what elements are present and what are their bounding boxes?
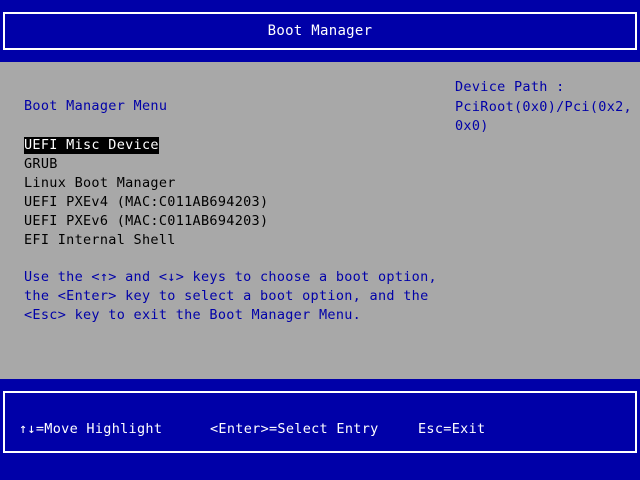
boot-option-label: GRUB xyxy=(24,156,58,172)
page-title: Boot Manager xyxy=(267,23,373,39)
boot-option-label: Linux Boot Manager xyxy=(24,175,176,191)
move-highlight-hint: ↑↓=Move Highlight xyxy=(19,421,163,437)
exit-hint: Esc=Exit xyxy=(418,421,486,437)
main-panel: Boot Manager Menu Device Path : PciRoot(… xyxy=(0,62,640,379)
boot-option-list: UEFI Misc Device GRUB Linux Boot Manager… xyxy=(24,136,268,250)
bios-screen: Boot Manager Boot Manager Menu Device Pa… xyxy=(0,0,640,480)
footer-bar: ↑↓=Move Highlight <Enter>=Select Entry E… xyxy=(3,391,637,453)
help-line: the <Enter> key to select a boot option,… xyxy=(24,288,429,304)
help-line: <Esc> key to exit the Boot Manager Menu. xyxy=(24,307,362,323)
help-line: Use the <↑> and <↓> keys to choose a boo… xyxy=(24,269,437,285)
boot-option-grub[interactable]: GRUB xyxy=(24,155,268,174)
device-path-value: PciRoot(0x0)/Pci(0x2,0x0) xyxy=(455,99,632,134)
help-text: Use the <↑> and <↓> keys to choose a boo… xyxy=(24,268,437,325)
select-entry-hint: <Enter>=Select Entry xyxy=(210,421,379,437)
boot-option-label: UEFI PXEv6 (MAC:C011AB694203) xyxy=(24,213,269,229)
boot-option-efi-internal-shell[interactable]: EFI Internal Shell xyxy=(24,231,268,250)
boot-option-linux-boot-manager[interactable]: Linux Boot Manager xyxy=(24,174,268,193)
boot-option-label: UEFI Misc Device xyxy=(24,137,159,154)
boot-option-uefi-pxev4[interactable]: UEFI PXEv4 (MAC:C011AB694203) xyxy=(24,193,268,212)
boot-option-uefi-pxev6[interactable]: UEFI PXEv6 (MAC:C011AB694203) xyxy=(24,212,268,231)
menu-title: Boot Manager Menu xyxy=(24,98,168,114)
title-bar: Boot Manager xyxy=(3,12,637,50)
device-path-label: Device Path : xyxy=(455,79,565,95)
boot-option-label: UEFI PXEv4 (MAC:C011AB694203) xyxy=(24,194,269,210)
boot-option-label: EFI Internal Shell xyxy=(24,232,176,248)
boot-option-uefi-misc-device[interactable]: UEFI Misc Device xyxy=(24,136,268,155)
